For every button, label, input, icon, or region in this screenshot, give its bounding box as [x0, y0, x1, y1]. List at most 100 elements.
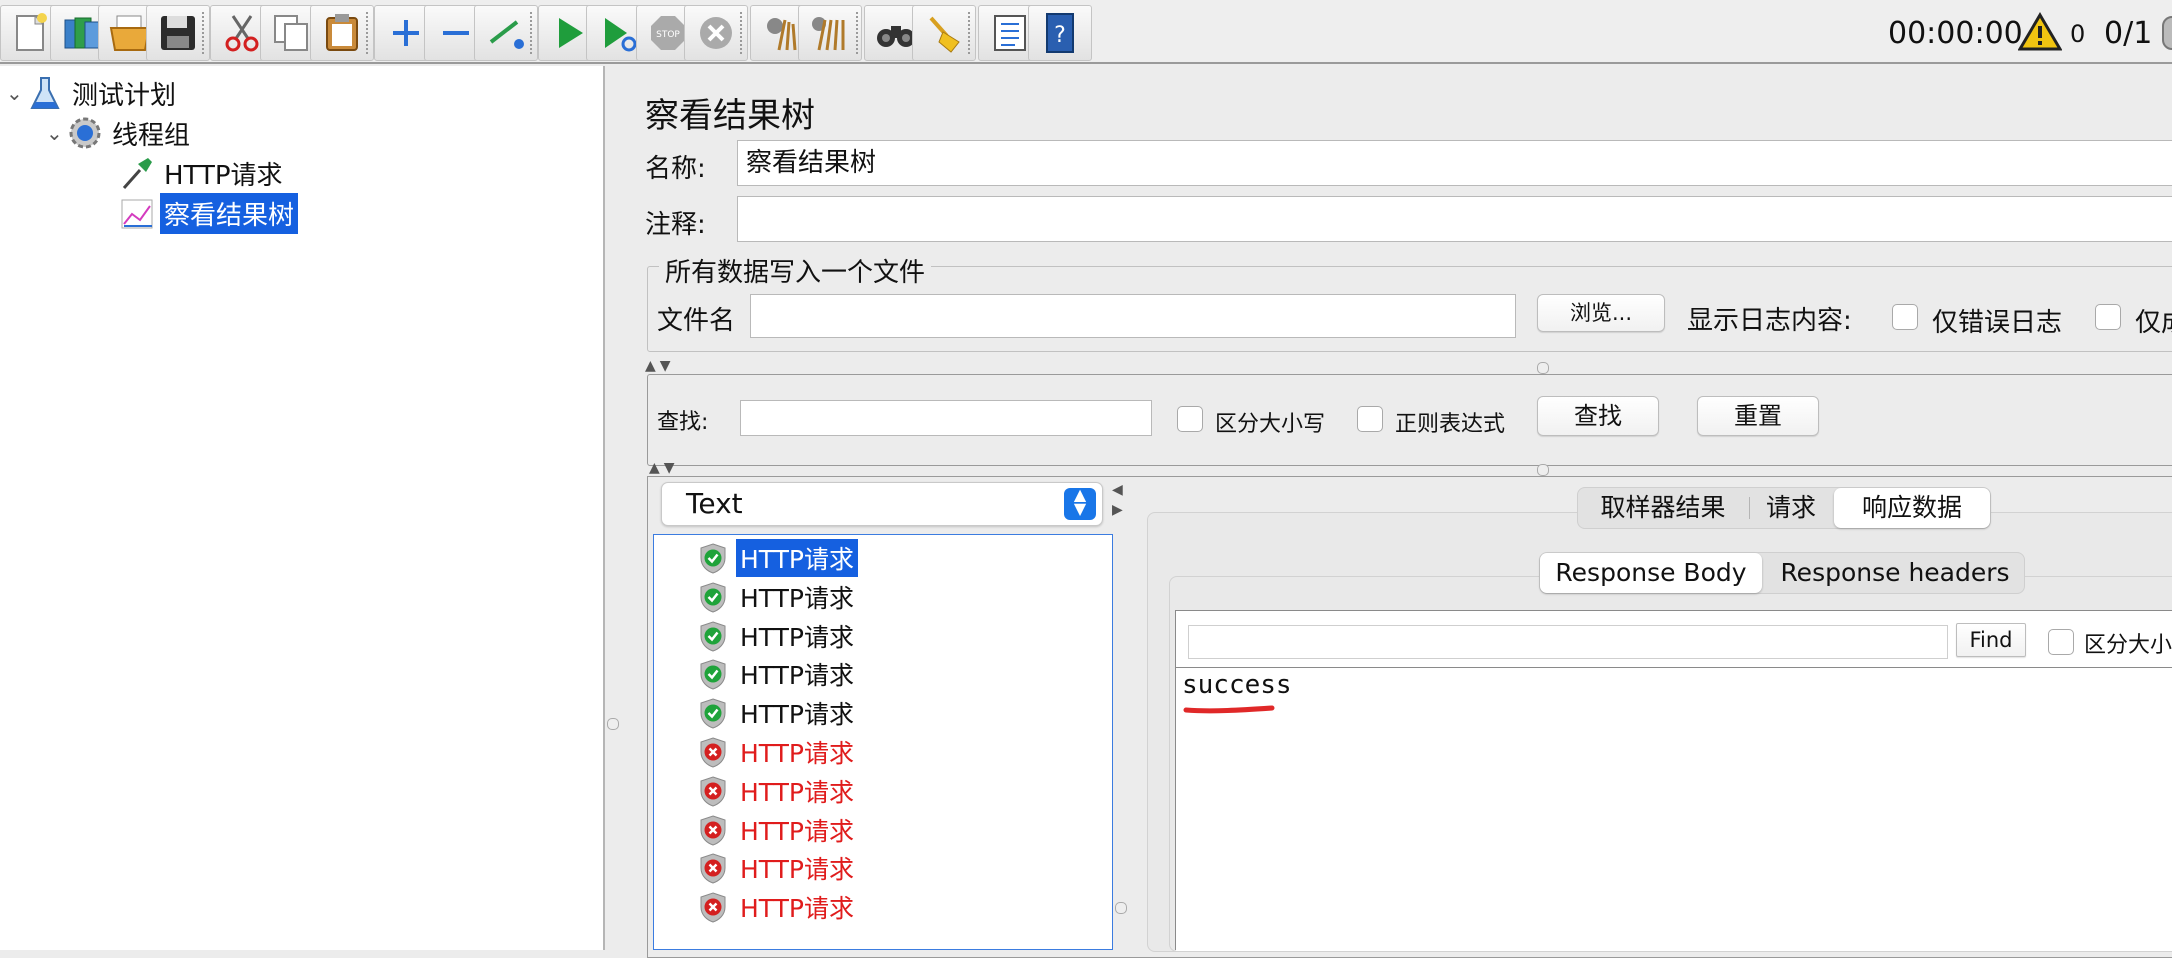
comment-field[interactable] [737, 196, 2172, 242]
tab-response-body[interactable]: Response Body [1540, 553, 1762, 593]
success-shield-icon [700, 698, 726, 729]
clear-all-icon[interactable] [798, 5, 862, 61]
chevron-down-icon[interactable]: ⌄ [46, 121, 66, 145]
name-label: 名称: [645, 154, 706, 184]
errors-only-checkbox[interactable] [1892, 304, 1918, 330]
pipette-icon [122, 158, 152, 189]
tree-label-http-request: HTTP请求 [164, 160, 283, 191]
response-panel: Find 区分大小写 success [1175, 610, 2172, 951]
result-label: HTTP请求 [740, 816, 854, 846]
regex-checkbox[interactable] [1357, 406, 1383, 432]
response-case-checkbox[interactable] [2048, 629, 2074, 655]
list-item[interactable]: HTTP请求 [698, 694, 858, 732]
comment-label: 注释: [645, 210, 706, 240]
success-shield-icon [700, 659, 726, 690]
status-indicator-icon [2162, 16, 2172, 50]
warning-icon[interactable] [2017, 12, 2063, 52]
response-find-button[interactable]: Find [1956, 623, 2026, 657]
result-label: HTTP请求 [740, 894, 854, 924]
log-content-label: 显示日志内容: [1687, 306, 1852, 336]
result-tree-panel: 察看结果树 名称: 察看结果树 注释: 所有数据写入一个文件 文件名 浏览...… [607, 66, 2172, 958]
splitter-handle-icon[interactable] [1537, 362, 1549, 374]
reset-button[interactable]: 重置 [1697, 396, 1819, 436]
list-item[interactable]: HTTP请求 [698, 539, 858, 577]
find-button[interactable]: 查找 [1537, 396, 1659, 436]
splitter-handle-icon[interactable] [1537, 464, 1549, 476]
list-item[interactable]: HTTP请求 [698, 578, 858, 616]
gear-icon [69, 117, 101, 149]
splitter-arrows-icon[interactable]: ▲▼ [645, 358, 675, 374]
tree-node-result-tree[interactable]: 察看结果树 [118, 192, 299, 234]
renderer-select[interactable]: Text ▲ ▼ [661, 482, 1103, 526]
errors-only-label: 仅错误日志 [1932, 308, 2063, 338]
browse-button[interactable]: 浏览... [1537, 294, 1665, 332]
splitter-arrows-icon[interactable]: ▲▼ [649, 460, 679, 476]
chart-icon [121, 199, 153, 229]
response-subtabs: Response Body Response headers [1539, 552, 2025, 594]
name-field[interactable]: 察看结果树 [737, 140, 2172, 186]
tab-sampler-result[interactable]: 取样器结果 [1578, 488, 1748, 528]
result-tabs: 取样器结果 请求 响应数据 [1577, 487, 1991, 529]
case-sensitive-checkbox[interactable] [1177, 406, 1203, 432]
success-only-checkbox[interactable] [2095, 304, 2121, 330]
chevron-updown-icon: ▲ ▼ [1064, 487, 1096, 520]
result-label: HTTP请求 [740, 661, 854, 691]
filename-label: 文件名 [657, 306, 736, 336]
toggle-icon[interactable] [474, 5, 538, 61]
list-item[interactable]: HTTP请求 [698, 811, 858, 849]
results-list[interactable]: HTTP请求 HTTP请求 HTTP请求 HTTP请求 HTTP请求 HTTP请求 HTTP… [653, 534, 1113, 950]
list-item[interactable]: HTTP请求 [698, 888, 858, 926]
filename-field[interactable] [750, 294, 1516, 338]
result-label: HTTP请求 [736, 539, 858, 577]
success-only-label: 仅成功日志 [2135, 308, 2172, 338]
tree-label-test-plan: 测试计划 [72, 80, 177, 111]
collapse-arrows-icon[interactable]: ◀ ▶ [1112, 480, 1123, 520]
result-label: HTTP请求 [740, 583, 854, 613]
flask-icon [30, 77, 60, 109]
list-item[interactable]: HTTP请求 [698, 849, 858, 887]
response-body-area[interactable]: success [1176, 667, 2172, 951]
result-label: HTTP请求 [740, 855, 854, 885]
tab-request[interactable]: 请求 [1750, 488, 1832, 528]
search-label: 查找: [657, 410, 709, 435]
list-item[interactable]: HTTP请求 [698, 655, 858, 693]
tree-label-result-tree: 察看结果树 [160, 192, 299, 234]
tab-response-data[interactable]: 响应数据 [1834, 488, 1990, 528]
renderer-selected: Text [686, 487, 743, 520]
result-label: HTTP请求 [740, 777, 854, 807]
splitter-handle-icon[interactable] [1115, 902, 1127, 914]
result-label: HTTP请求 [740, 622, 854, 652]
response-find-input[interactable] [1188, 625, 1948, 659]
list-item[interactable]: HTTP请求 [698, 617, 858, 655]
regex-label: 正则表达式 [1395, 412, 1506, 437]
underline-annotation [1183, 705, 1275, 714]
splitter-handle-icon[interactable] [607, 718, 619, 730]
tree-node-thread-group[interactable]: ⌄ 线程组 [46, 114, 194, 152]
list-item[interactable]: HTTP请求 [698, 733, 858, 771]
response-body-text: success [1182, 670, 1292, 700]
error-shield-icon [700, 815, 726, 846]
help-icon[interactable]: ? [1028, 5, 1092, 61]
tree-node-http-request[interactable]: HTTP请求 [118, 154, 287, 192]
error-shield-icon [700, 853, 726, 884]
result-label: HTTP请求 [740, 739, 854, 768]
shutdown-icon[interactable] [684, 5, 748, 61]
save-icon[interactable] [146, 5, 210, 61]
paste-icon[interactable] [310, 5, 374, 61]
tree-node-test-plan[interactable]: ⌄ 测试计划 [6, 74, 180, 112]
test-plan-tree: ⌄ 测试计划 ⌄ 线程组 HTTP请求 察看结果树 [0, 66, 605, 950]
response-case-label: 区分大小写 [2084, 633, 2172, 658]
success-shield-icon [700, 582, 726, 613]
active-threads: 0/1 [2104, 16, 2153, 51]
error-shield-icon [700, 737, 726, 768]
page-title: 察看结果树 [645, 96, 815, 136]
chevron-down-icon[interactable]: ⌄ [6, 81, 26, 105]
tab-response-headers[interactable]: Response headers [1766, 553, 2024, 593]
svg-text:?: ? [1054, 23, 1066, 48]
toolbar: STOP ? 00:00:00 0 0/1 [0, 0, 2172, 64]
reset-search-icon[interactable] [912, 5, 976, 61]
list-item[interactable]: HTTP请求 [698, 772, 858, 810]
case-sensitive-label: 区分大小写 [1215, 412, 1326, 437]
search-input[interactable] [740, 400, 1152, 436]
tree-label-thread-group: 线程组 [112, 120, 191, 151]
